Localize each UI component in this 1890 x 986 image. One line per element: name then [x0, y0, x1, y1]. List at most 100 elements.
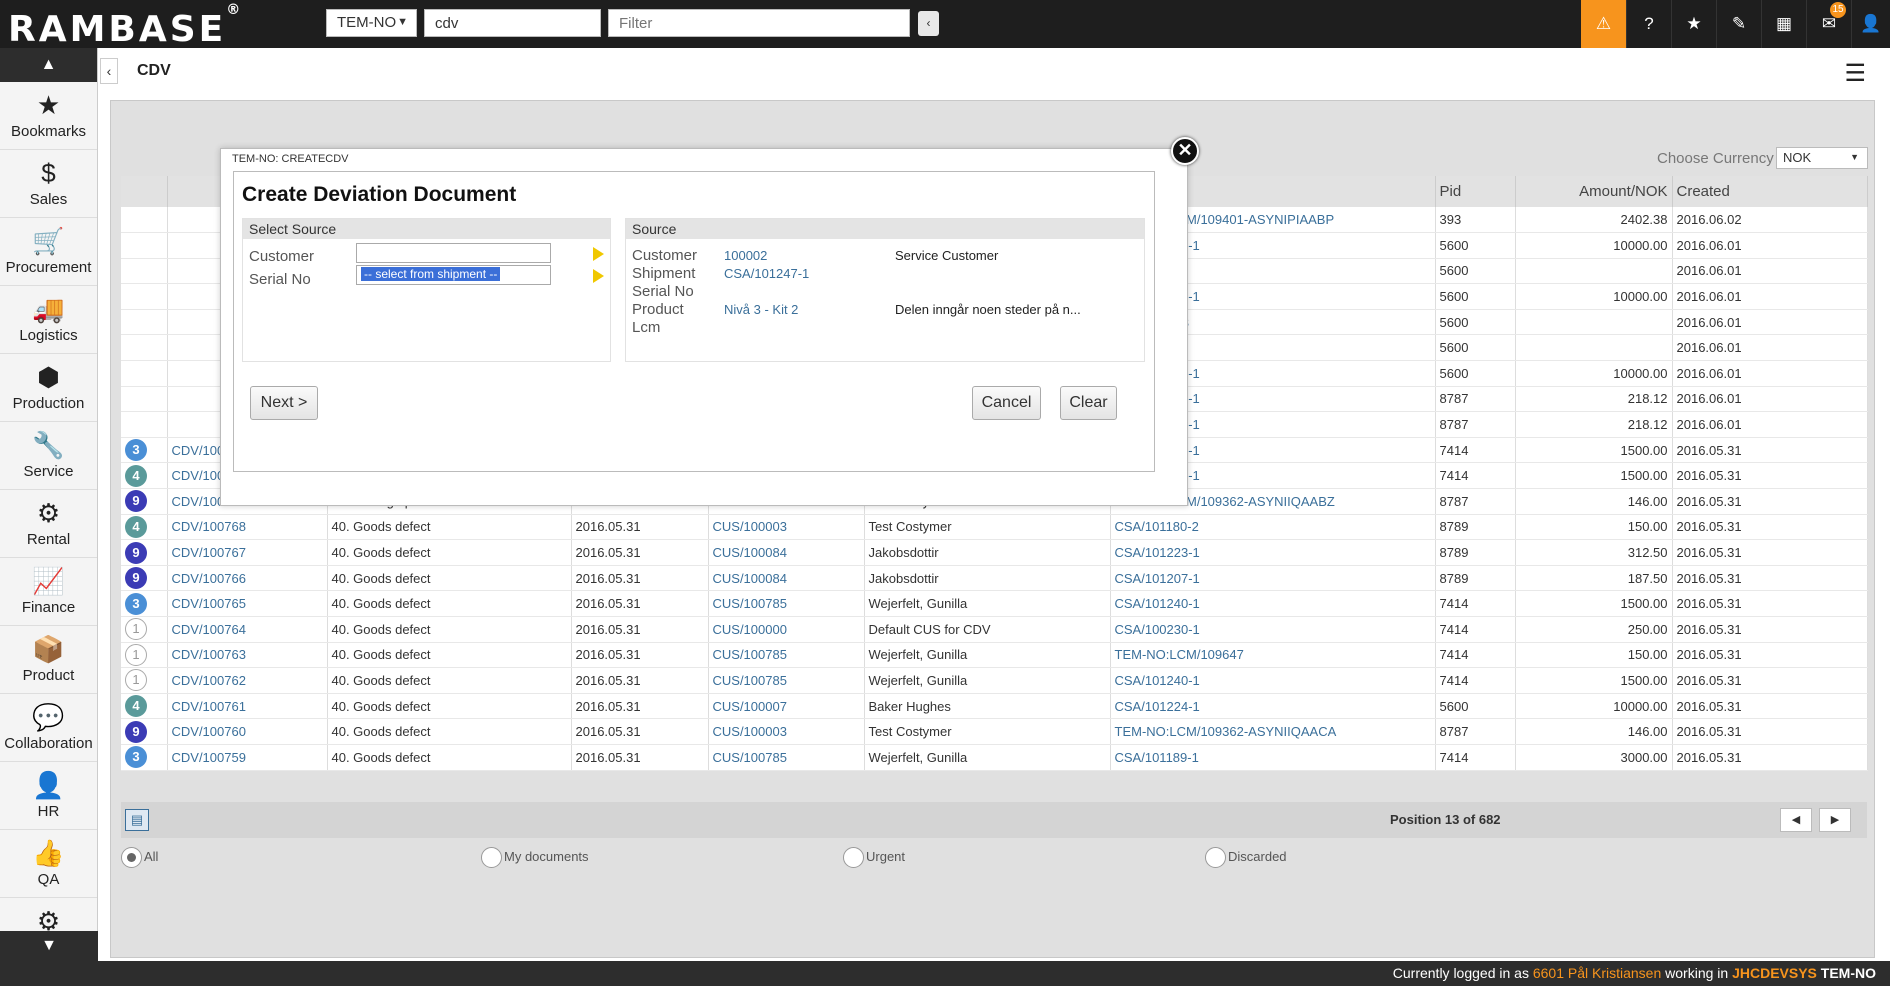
column-header[interactable]: Created [1672, 176, 1868, 207]
document-link[interactable]: CDV/100767 [167, 539, 328, 566]
sidebar-item-service[interactable]: 🔧 Service [0, 422, 97, 490]
sidebar-scroll-up-button[interactable]: ▲ [0, 48, 97, 82]
calendar-icon[interactable]: ▦ [1761, 0, 1806, 48]
customer-link[interactable]: CUS/100084 [708, 539, 865, 566]
radio-icon[interactable] [121, 847, 142, 868]
customer-link[interactable]: CUS/100785 [708, 744, 865, 771]
sidebar-item-qa[interactable]: 👍 QA [0, 830, 97, 898]
table-row[interactable]: 4 CDV/100768 40. Goods defect 2016.05.31 CUS… [121, 514, 1868, 541]
source-link[interactable]: CSA/101223-1 [1110, 539, 1436, 566]
column-header[interactable] [121, 176, 168, 207]
source-link[interactable]: TEM-NO:LCM/109647 [1110, 642, 1436, 669]
help-icon[interactable]: ? [1626, 0, 1671, 48]
customer-link[interactable]: CUS/100785 [708, 590, 865, 617]
search-input[interactable] [424, 9, 601, 37]
column-header[interactable]: Amount/NOK [1515, 176, 1673, 207]
source-link[interactable]: CSA/101240-1 [1110, 667, 1436, 694]
sidebar-item-production[interactable]: ⬢ Production [0, 354, 97, 422]
source-link[interactable]: CSA/101189-1 [1110, 744, 1436, 771]
sidebar-scroll-down-button[interactable]: ▼ [0, 931, 98, 961]
customer-link[interactable]: CUS/100007 [708, 693, 865, 720]
document-link[interactable]: CDV/100765 [167, 590, 328, 617]
table-row[interactable]: 9 CDV/100766 40. Goods defect 2016.05.31 CUS… [121, 565, 1868, 592]
company-select[interactable]: TEM-NO ▼ [326, 9, 417, 37]
document-link[interactable]: CDV/100759 [167, 744, 328, 771]
filter-all[interactable]: All [121, 847, 158, 868]
next-page-button[interactable]: ▶ [1819, 808, 1851, 832]
source-link[interactable]: CSA/101180-2 [1110, 514, 1436, 541]
filter-discarded[interactable]: Discarded [1205, 847, 1287, 868]
pid-cell: 5600 [1435, 309, 1516, 336]
lookup-arrow-icon[interactable] [593, 269, 604, 283]
source-link[interactable]: TEM-NO:LCM/109362-ASYNIIQAACA [1110, 718, 1436, 745]
customer-input[interactable] [356, 243, 551, 263]
radio-icon[interactable] [843, 847, 864, 868]
source-field-value[interactable]: 100002 [724, 248, 767, 263]
lookup-arrow-icon[interactable] [593, 247, 604, 261]
serial-no-input[interactable]: -- select from shipment -- [356, 265, 551, 285]
system-name[interactable]: JHCDEVSYS [1732, 965, 1817, 981]
logged-in-user[interactable]: 6601 Pål Kristiansen [1533, 965, 1661, 981]
mail-icon[interactable]: ✉ 15 [1806, 0, 1851, 48]
next-button[interactable]: Next > [250, 386, 318, 420]
sidebar-item-bookmarks[interactable]: ★ Bookmarks [0, 82, 97, 150]
collapse-search-button[interactable]: ‹ [918, 11, 939, 36]
back-button[interactable]: ‹ [100, 58, 118, 84]
export-icon[interactable]: ▤ [125, 809, 149, 831]
sidebar-item-collaboration[interactable]: 💬 Collaboration [0, 694, 97, 762]
filter-input[interactable] [608, 9, 910, 37]
customer-link[interactable]: CUS/100000 [708, 616, 865, 643]
table-row[interactable]: 1 CDV/100763 40. Goods defect 2016.05.31 CUS… [121, 642, 1868, 669]
document-link[interactable]: CDV/100764 [167, 616, 328, 643]
star-icon[interactable]: ★ [1671, 0, 1716, 48]
sidebar-item-product[interactable]: 📦 Product [0, 626, 97, 694]
document-link[interactable]: CDV/100761 [167, 693, 328, 720]
clear-button[interactable]: Clear [1060, 386, 1117, 420]
source-link[interactable]: CSA/100230-1 [1110, 616, 1436, 643]
radio-icon[interactable] [1205, 847, 1226, 868]
document-link[interactable]: CDV/100763 [167, 642, 328, 669]
source-field-value[interactable]: Nivå 3 - Kit 2 [724, 302, 798, 317]
menu-icon[interactable]: ☰ [1844, 62, 1866, 86]
column-header[interactable]: Pid [1435, 176, 1516, 207]
filter-my-documents[interactable]: My documents [481, 847, 589, 868]
pid-cell: 5600 [1435, 360, 1516, 387]
source-link[interactable]: CSA/101224-1 [1110, 693, 1436, 720]
document-link[interactable]: CDV/100760 [167, 718, 328, 745]
source-link[interactable]: CSA/101207-1 [1110, 565, 1436, 592]
prev-page-button[interactable]: ◀ [1780, 808, 1812, 832]
rambase-logo[interactable]: RAMBASE® [8, 2, 240, 50]
table-row[interactable]: 3 CDV/100765 40. Goods defect 2016.05.31 CUS… [121, 590, 1868, 617]
document-link[interactable]: CDV/100766 [167, 565, 328, 592]
table-row[interactable]: 1 CDV/100764 40. Goods defect 2016.05.31 CUS… [121, 616, 1868, 643]
customer-link[interactable]: CUS/100003 [708, 514, 865, 541]
currency-select[interactable]: NOK ▼ [1776, 147, 1868, 169]
sidebar-item-logistics[interactable]: 🚚 Logistics [0, 286, 97, 354]
document-link[interactable]: CDV/100768 [167, 514, 328, 541]
customer-link[interactable]: CUS/100785 [708, 667, 865, 694]
sidebar-item-rental[interactable]: ⚙ Rental [0, 490, 97, 558]
source-field-value[interactable]: CSA/101247-1 [724, 266, 809, 281]
cancel-button[interactable]: Cancel [972, 386, 1041, 420]
sidebar-item-hr[interactable]: 👤 HR [0, 762, 97, 830]
close-icon[interactable]: ✕ [1171, 137, 1199, 165]
document-link[interactable]: CDV/100762 [167, 667, 328, 694]
alert-icon[interactable]: ⚠ [1581, 0, 1626, 48]
radio-icon[interactable] [481, 847, 502, 868]
paperclip-icon[interactable]: ✎ [1716, 0, 1761, 48]
source-link[interactable]: CSA/101240-1 [1110, 590, 1436, 617]
table-row[interactable]: 9 CDV/100760 40. Goods defect 2016.05.31 CUS… [121, 718, 1868, 745]
sidebar-item-sales[interactable]: $ Sales [0, 150, 97, 218]
table-row[interactable]: 4 CDV/100761 40. Goods defect 2016.05.31 CUS… [121, 693, 1868, 720]
customer-link[interactable]: CUS/100003 [708, 718, 865, 745]
table-row[interactable]: 3 CDV/100759 40. Goods defect 2016.05.31 CUS… [121, 744, 1868, 771]
sidebar-item-procurement[interactable]: 🛒 Procurement [0, 218, 97, 286]
table-row[interactable]: 9 CDV/100767 40. Goods defect 2016.05.31 CUS… [121, 539, 1868, 566]
user-icon[interactable]: 👤 [1851, 0, 1890, 48]
filter-urgent[interactable]: Urgent [843, 847, 905, 868]
sidebar-item-label: Procurement [5, 259, 92, 276]
customer-link[interactable]: CUS/100084 [708, 565, 865, 592]
customer-link[interactable]: CUS/100785 [708, 642, 865, 669]
sidebar-item-finance[interactable]: 📈 Finance [0, 558, 97, 626]
table-row[interactable]: 1 CDV/100762 40. Goods defect 2016.05.31 CUS… [121, 667, 1868, 694]
